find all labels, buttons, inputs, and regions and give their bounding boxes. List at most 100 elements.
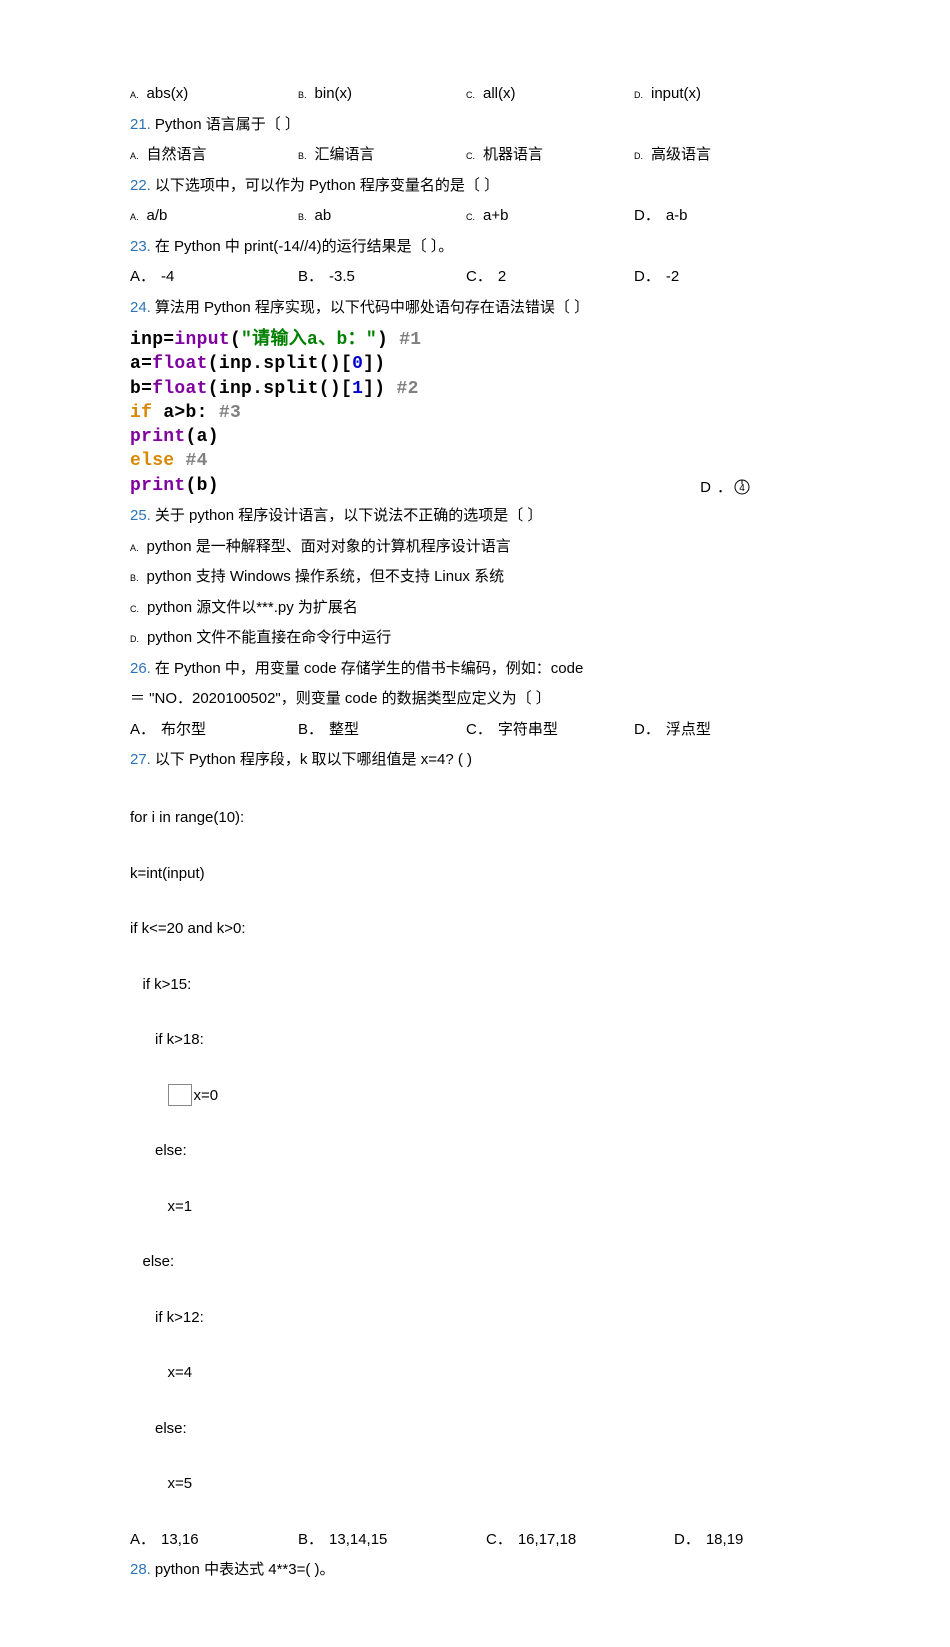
option-label: C．	[466, 263, 492, 292]
code-text: b=	[130, 379, 152, 399]
question-number: 26.	[130, 655, 151, 684]
option-label: D.	[634, 87, 643, 104]
option-label: D.	[634, 148, 643, 165]
q20-opt-b: B. bin(x)	[298, 80, 458, 109]
option-text: 机器语言	[483, 141, 543, 170]
option-label: C.	[130, 601, 139, 618]
option-text: 13,14,15	[329, 1526, 387, 1555]
q25-opt-a: A.python 是一种解释型、面对对象的计算机程序设计语言	[130, 533, 820, 562]
code-num: 0	[352, 354, 363, 374]
option-dot: ．	[717, 474, 732, 503]
q21-opt-b: B. 汇编语言	[298, 141, 458, 170]
q25-stem-row: 25. 关于 python 程序设计语言，以下说法不正确的选项是〔 〕	[130, 502, 820, 531]
code-text: ])	[363, 354, 385, 374]
code-text: a=	[130, 354, 152, 374]
option-text: python 是一种解释型、面对对象的计算机程序设计语言	[147, 533, 511, 562]
q26-opt-a: A．布尔型	[130, 716, 290, 745]
q25-opt-d: D.python 文件不能直接在命令行中运行	[130, 624, 820, 653]
q28-stem-row: 28. python 中表达式 4**3=( )。	[130, 1556, 820, 1585]
code-line: if k>12:	[130, 1304, 820, 1332]
option-label: A．	[130, 1526, 155, 1555]
q23-options: A．-4 B．-3.5 C．2 D．-2	[130, 263, 820, 292]
option-label: C.	[466, 148, 475, 165]
q24-opt-d: D． 4	[700, 474, 750, 503]
option-label: B.	[298, 148, 307, 165]
code-line: for i in range(10):	[130, 804, 820, 832]
option-label: A.	[130, 209, 139, 226]
option-label: A．	[130, 716, 155, 745]
option-label: A．	[130, 263, 155, 292]
question-number: 23.	[130, 233, 151, 262]
option-text: all(x)	[483, 80, 516, 109]
code-kw: if	[130, 403, 152, 423]
option-text: python 文件不能直接在命令行中运行	[147, 624, 391, 653]
option-text: a-b	[666, 202, 688, 231]
q26-stem-row1: 26. 在 Python 中，用变量 code 存储学生的借书卡编码，例如：co…	[130, 655, 820, 684]
code-line: if k>15:	[130, 971, 820, 999]
code-str: "请输入a、b："	[241, 330, 377, 350]
option-text: 汇编语言	[315, 141, 375, 170]
option-text: 18,19	[706, 1526, 744, 1555]
q25-opt-c: C.python 源文件以***.py 为扩展名	[130, 594, 820, 623]
q24-code-block: inp=input("请输入a、b：") #1 a=float(inp.spli…	[130, 328, 421, 498]
code-line: else:	[130, 1248, 820, 1276]
code-text: (b)	[186, 476, 219, 496]
option-label: B.	[298, 87, 307, 104]
question-number: 21.	[130, 111, 151, 140]
option-text: 13,16	[161, 1526, 199, 1555]
q27-options: A．13,16 B．13,14,15 C．16,17,18 D．18,19	[130, 1526, 820, 1555]
circled-four-icon: 4	[734, 474, 750, 503]
code-text: inp=	[130, 330, 174, 350]
q22-opt-a: A. a/b	[130, 202, 290, 231]
option-text: 高级语言	[651, 141, 711, 170]
code-fn: input	[174, 330, 230, 350]
q20-opt-c: C. all(x)	[466, 80, 626, 109]
option-text: 浮点型	[666, 716, 711, 745]
q27-opt-d: D．18,19	[674, 1526, 743, 1555]
q21-opt-c: C. 机器语言	[466, 141, 626, 170]
q26-opt-c: C．字符串型	[466, 716, 626, 745]
code-comment: #2	[396, 379, 418, 399]
code-line: else:	[130, 1415, 820, 1443]
option-text: a/b	[147, 202, 168, 231]
question-stem: 在 Python 中 print(-14//4)的运行结果是〔 〕。	[155, 233, 453, 262]
q27-opt-a: A．13,16	[130, 1526, 290, 1555]
option-label: C.	[466, 87, 475, 104]
q26-options: A．布尔型 B．整型 C．字符串型 D．浮点型	[130, 716, 820, 745]
option-text: input(x)	[651, 80, 701, 109]
question-number: 22.	[130, 172, 151, 201]
q23-stem-row: 23. 在 Python 中 print(-14//4)的运行结果是〔 〕。	[130, 233, 820, 262]
option-text: 字符串型	[498, 716, 558, 745]
q21-opt-a: A.自然语言	[130, 141, 290, 170]
q23-opt-a: A．-4	[130, 263, 290, 292]
q27-stem-row: 27. 以下 Python 程序段，k 取以下哪组值是 x=4? ( )	[130, 746, 820, 775]
option-label: C．	[466, 716, 492, 745]
code-comment: #1	[399, 330, 421, 350]
option-text: 自然语言	[147, 141, 207, 170]
q27-code-block: for i in range(10): k=int(input) if k<=2…	[130, 777, 820, 1526]
option-text: -3.5	[329, 263, 355, 292]
option-text: a+b	[483, 202, 508, 231]
q23-opt-d: D．-2	[634, 263, 794, 292]
code-line: if k<=20 and k>0:	[130, 915, 820, 943]
code-text: x=0	[194, 1087, 219, 1104]
option-label: B．	[298, 716, 323, 745]
q22-opt-d: D．a-b	[634, 202, 794, 231]
q26-opt-b: B．整型	[298, 716, 458, 745]
question-stem: python 中表达式 4**3=( )。	[155, 1556, 335, 1585]
question-stem: 以下 Python 程序段，k 取以下哪组值是 x=4? ( )	[155, 746, 472, 775]
option-text: bin(x)	[315, 80, 353, 109]
option-label: D．	[674, 1526, 700, 1555]
code-line: x=4	[130, 1359, 820, 1387]
option-label: B.	[298, 209, 307, 226]
q21-stem-row: 21. Python 语言属于〔 〕	[130, 111, 820, 140]
q21-options: A.自然语言 B. 汇编语言 C. 机器语言 D. 高级语言	[130, 141, 820, 170]
option-text: -4	[161, 263, 174, 292]
q26-opt-d: D．浮点型	[634, 716, 794, 745]
question-number: 24.	[130, 294, 151, 323]
code-line: x=5	[130, 1470, 820, 1498]
q22-options: A.a/b B.ab C.a+b D．a-b	[130, 202, 820, 231]
code-text: ])	[363, 379, 396, 399]
code-line: x=1	[130, 1193, 820, 1221]
option-label: B．	[298, 263, 323, 292]
